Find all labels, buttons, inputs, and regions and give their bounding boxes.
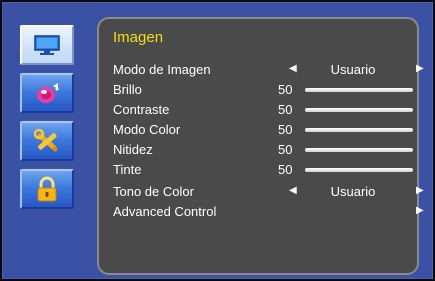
brightness-slider[interactable] bbox=[305, 88, 413, 92]
arrow-right-icon[interactable]: ▶ bbox=[416, 62, 424, 76]
menu-row-contrast[interactable]: Contraste 50 bbox=[113, 99, 413, 119]
osd-menu-frame: Imagen Modo de Imagen ◀ Usuario ▶ Brillo… bbox=[2, 2, 433, 279]
monitor-icon bbox=[34, 35, 60, 55]
slider-value: 50 bbox=[278, 122, 293, 137]
menu-row-picture-mode[interactable]: Modo de Imagen ◀ Usuario ▶ bbox=[113, 59, 424, 79]
row-label: Contraste bbox=[113, 102, 170, 117]
row-label: Modo de Imagen bbox=[113, 62, 211, 77]
arrow-right-icon[interactable]: ▶ bbox=[416, 204, 424, 218]
menu-row-advanced-control[interactable]: Advanced Control ▶ bbox=[113, 201, 424, 221]
slider-value: 50 bbox=[278, 102, 293, 117]
slider-value: 50 bbox=[278, 82, 293, 97]
sidebar-item-settings[interactable] bbox=[20, 121, 74, 161]
speaker-icon bbox=[37, 83, 59, 103]
slider-value: 50 bbox=[278, 162, 293, 177]
sidebar-item-sound[interactable] bbox=[20, 73, 74, 113]
color-slider[interactable] bbox=[305, 128, 413, 132]
menu-row-color-mode[interactable]: Modo Color 50 bbox=[113, 119, 413, 139]
row-label: Advanced Control bbox=[113, 204, 217, 219]
row-label: Nitidez bbox=[113, 142, 153, 157]
arrow-right-icon[interactable]: ▶ bbox=[416, 184, 424, 198]
tint-slider[interactable] bbox=[305, 168, 413, 172]
sharpness-slider[interactable] bbox=[305, 148, 413, 152]
contrast-slider[interactable] bbox=[305, 108, 413, 112]
sidebar-item-picture[interactable] bbox=[20, 25, 74, 65]
option-value: Usuario bbox=[330, 184, 376, 199]
row-label: Brillo bbox=[113, 82, 142, 97]
sidebar-item-lock[interactable] bbox=[20, 169, 74, 209]
panel-title: Imagen bbox=[113, 29, 164, 46]
lock-icon bbox=[37, 176, 57, 202]
menu-row-brightness[interactable]: Brillo 50 bbox=[113, 79, 413, 99]
row-label: Tono de Color bbox=[113, 184, 194, 199]
picture-menu-panel: Imagen Modo de Imagen ◀ Usuario ▶ Brillo… bbox=[97, 17, 424, 275]
arrow-left-icon[interactable]: ◀ bbox=[289, 184, 297, 198]
slider-value: 50 bbox=[278, 142, 293, 157]
row-label: Modo Color bbox=[113, 122, 181, 137]
menu-row-color-tone[interactable]: Tono de Color ◀ Usuario ▶ bbox=[113, 181, 424, 201]
arrow-left-icon[interactable]: ◀ bbox=[289, 62, 297, 76]
tools-icon bbox=[33, 128, 58, 152]
option-value: Usuario bbox=[330, 62, 376, 77]
menu-row-sharpness[interactable]: Nitidez 50 bbox=[113, 139, 413, 159]
row-label: Tinte bbox=[113, 162, 142, 177]
menu-row-tint[interactable]: Tinte 50 bbox=[113, 159, 413, 179]
